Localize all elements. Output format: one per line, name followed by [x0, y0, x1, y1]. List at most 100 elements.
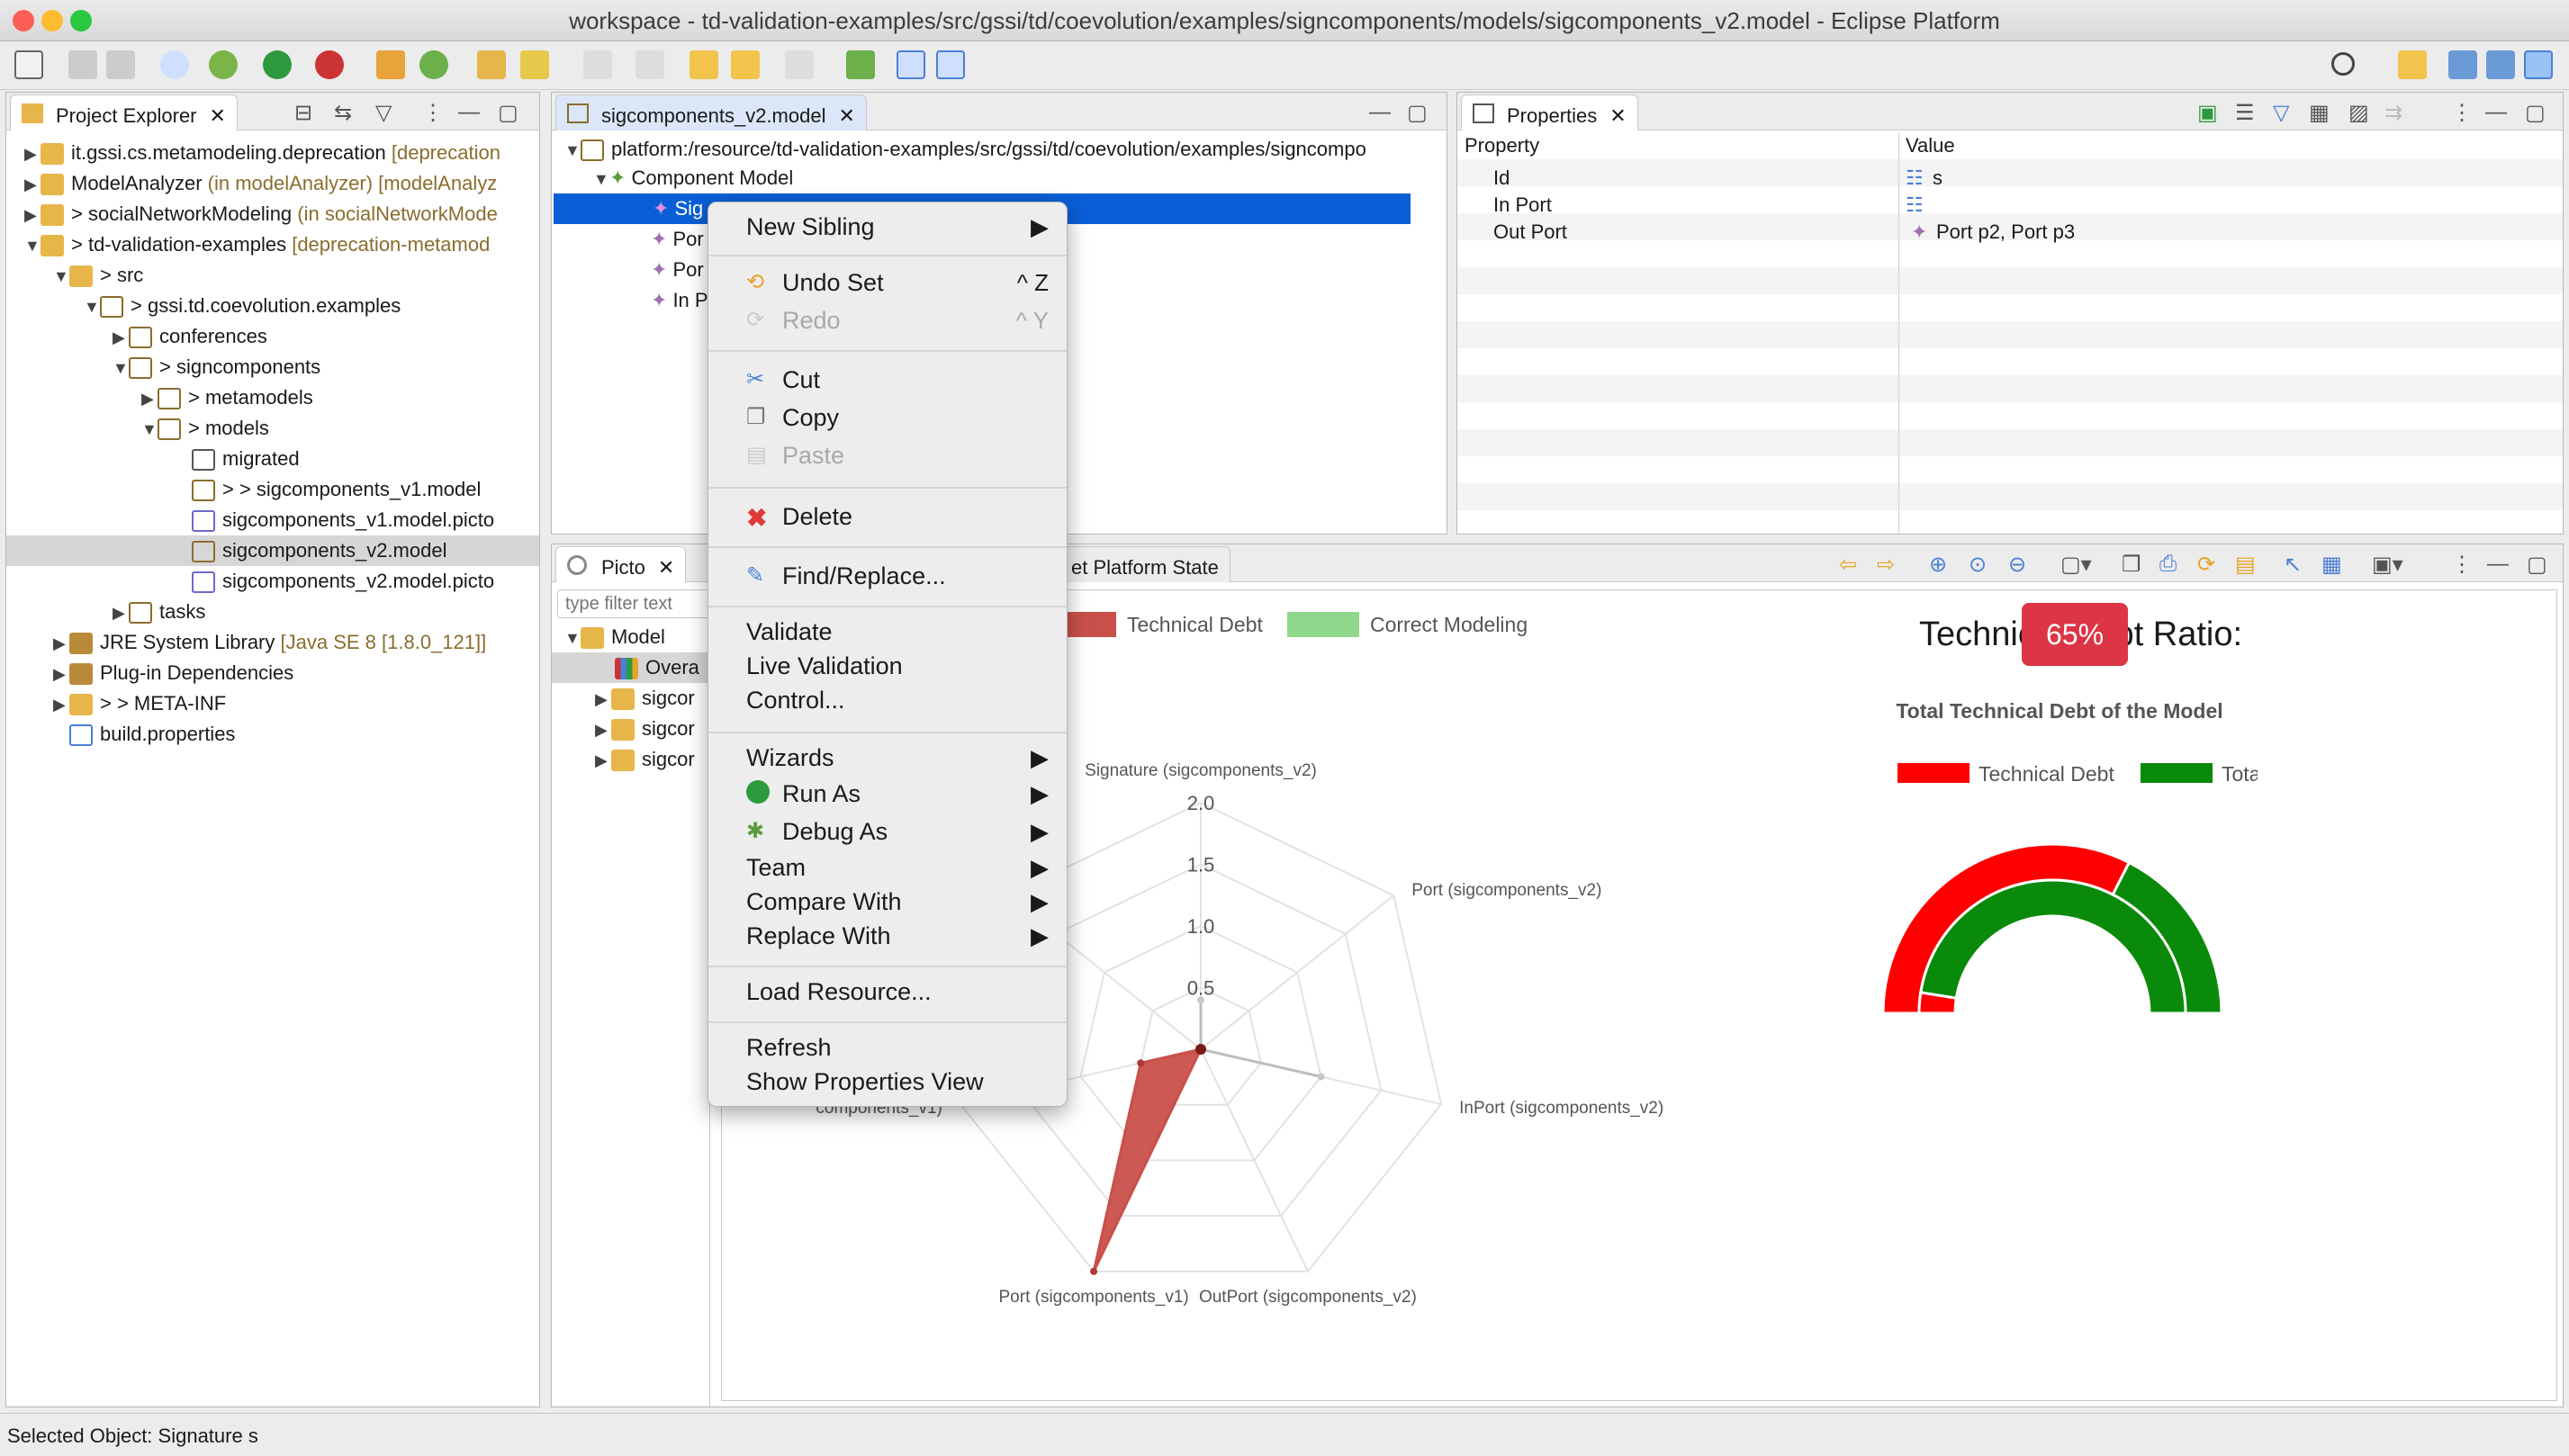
tree-item[interactable]: sigcomponents_v1.model.picto: [176, 505, 494, 535]
search-tool-icon[interactable]: [520, 50, 549, 79]
menu-item-wizards[interactable]: Wizards: [746, 744, 834, 772]
new-class-icon[interactable]: [419, 50, 448, 79]
back-icon[interactable]: [731, 50, 760, 79]
forward-icon[interactable]: ⇨: [1877, 552, 1895, 578]
forward-icon[interactable]: [785, 50, 814, 79]
resource-node[interactable]: ▼ platform:/resource/td-validation-exampl…: [564, 134, 1366, 165]
menu-item-debug-as[interactable]: Debug As: [782, 818, 888, 846]
menu-item-show-properties-view[interactable]: Show Properties View: [746, 1068, 984, 1096]
menu-item-copy[interactable]: Copy: [782, 404, 839, 432]
zoom-actual-icon[interactable]: ⊙: [1969, 552, 1987, 578]
tree-item[interactable]: ▼ > signcomponents: [113, 352, 320, 382]
picto-tree-item[interactable]: ▶ sigcor: [595, 714, 695, 744]
menu-item-team[interactable]: Team: [746, 854, 806, 882]
run-icon[interactable]: [263, 50, 292, 79]
link-icon[interactable]: ⇉: [2384, 100, 2402, 126]
save-icon[interactable]: [68, 50, 97, 79]
advanced-icon[interactable]: ▦: [2309, 100, 2330, 126]
close-tab-icon[interactable]: ✕: [658, 556, 674, 579]
tab-project-explorer[interactable]: Project Explorer ✕: [10, 94, 238, 130]
layers-icon[interactable]: ▢▾: [2060, 552, 2092, 578]
close-tab-icon[interactable]: ✕: [1609, 104, 1626, 127]
save-all-icon[interactable]: [106, 50, 135, 79]
next-annotation-icon[interactable]: [635, 50, 664, 79]
zoom-out-icon[interactable]: ⊖: [2008, 552, 2026, 578]
tree-item[interactable]: migrated: [176, 444, 300, 474]
maximize-view-icon[interactable]: ▢: [498, 100, 518, 126]
menu-item-cut[interactable]: Cut: [782, 366, 820, 394]
pin-icon[interactable]: ▣: [2197, 100, 2218, 126]
modeling-perspective-icon[interactable]: [2524, 50, 2553, 79]
print-icon[interactable]: ⎙: [2159, 552, 2177, 577]
tree-item[interactable]: ▶ ModelAnalyzer (in modelAnalyzer) [model…: [24, 168, 497, 199]
port-node[interactable]: ✦ Por: [651, 224, 704, 255]
tree-item[interactable]: ▶ tasks: [113, 597, 205, 627]
copy-icon[interactable]: ❐: [2122, 552, 2141, 578]
menu-item-replace-with[interactable]: Replace With: [746, 922, 891, 950]
menu-item-control[interactable]: Control...: [746, 687, 845, 715]
menu-item-run-as[interactable]: Run As: [782, 780, 861, 808]
port-node[interactable]: ✦ Por: [651, 255, 704, 285]
annotation-icon[interactable]: [583, 50, 612, 79]
tree-item[interactable]: ▶ > metamodels: [141, 382, 313, 413]
collapse-all-icon[interactable]: [936, 50, 965, 79]
menu-item-paste[interactable]: Paste: [782, 442, 844, 470]
tree-item[interactable]: ▼ > models: [141, 413, 269, 444]
minimize-view-icon[interactable]: —: [2487, 552, 2509, 577]
maximize-view-icon[interactable]: ▢: [2527, 552, 2547, 578]
menu-item-new-sibling[interactable]: New Sibling: [746, 213, 875, 241]
column-header-value[interactable]: Value: [1906, 132, 1955, 159]
picto-tree-item[interactable]: ▶ sigcor: [595, 744, 695, 775]
maximize-view-icon[interactable]: ▢: [1407, 100, 1428, 126]
menu-item-live-validation[interactable]: Live Validation: [746, 652, 903, 680]
search-icon[interactable]: [2331, 52, 2355, 76]
minimize-view-icon[interactable]: —: [1369, 100, 1391, 125]
menu-item-validate[interactable]: Validate: [746, 618, 833, 646]
tree-item[interactable]: sigcomponents_v2.model.picto: [176, 566, 494, 597]
last-edit-icon[interactable]: [690, 50, 718, 79]
tree-item[interactable]: > > sigcomponents_v1.model: [176, 474, 481, 505]
filter-icon[interactable]: ▽: [375, 100, 392, 126]
view-menu-icon[interactable]: ⋮: [2451, 100, 2473, 126]
picto-filter-input[interactable]: [557, 589, 710, 618]
zoom-in-icon[interactable]: ⊕: [1929, 552, 1947, 578]
java-perspective-icon[interactable]: [2448, 50, 2477, 79]
tree-item[interactable]: ▼ > src: [53, 260, 143, 291]
view-menu-icon[interactable]: ⋮: [2451, 552, 2473, 578]
property-row[interactable]: Out Port ✦ Port p2, Port p3: [1457, 219, 2563, 246]
link-editor-icon[interactable]: ⇆: [334, 100, 352, 126]
tab-platform-state[interactable]: et Platform State: [1056, 546, 1230, 582]
filter-icon[interactable]: ▽: [2273, 100, 2289, 126]
tab-properties[interactable]: Properties ✕: [1461, 94, 1638, 130]
picto-tree-item[interactable]: ▼ Model: [564, 622, 665, 652]
export-icon[interactable]: ▤: [2235, 552, 2256, 578]
select-icon[interactable]: ↖: [2284, 552, 2302, 578]
view-options-icon[interactable]: ▣▾: [2372, 552, 2403, 578]
menu-item-delete[interactable]: Delete: [782, 503, 852, 531]
property-row[interactable]: Id ☷ s: [1457, 165, 2563, 192]
sync-icon[interactable]: ⟳: [2197, 552, 2215, 578]
minimize-view-icon[interactable]: —: [2485, 100, 2507, 125]
tree-item[interactable]: build.properties: [53, 719, 235, 750]
tree-item[interactable]: ▶ > socialNetworkModeling (in socialNetwo…: [24, 199, 498, 229]
tab-model-editor[interactable]: sigcomponents_v2.model ✕: [555, 94, 867, 130]
view-menu-icon[interactable]: ⋮: [422, 100, 444, 126]
tree-item[interactable]: ▶ > > META-INF: [53, 688, 226, 719]
menu-item-undo-set[interactable]: Undo Set: [782, 269, 884, 297]
open-perspective-icon[interactable]: [2398, 50, 2427, 79]
collapse-all-icon[interactable]: ⊟: [294, 100, 312, 126]
picto-tree-item[interactable]: ▶ sigcor: [595, 683, 695, 714]
menu-item-refresh[interactable]: Refresh: [746, 1034, 832, 1062]
tree-item-selected[interactable]: sigcomponents_v2.model: [6, 535, 539, 566]
menu-item-redo[interactable]: Redo: [782, 307, 841, 335]
property-row[interactable]: In Port ☷: [1457, 192, 2563, 219]
layout-icon[interactable]: ▦: [2321, 552, 2342, 578]
debug-icon[interactable]: [209, 50, 238, 79]
back-icon[interactable]: ⇦: [1839, 552, 1857, 578]
tree-item[interactable]: ▶ it.gssi.cs.metamodeling.deprecation [de…: [24, 138, 500, 168]
external-tools-icon[interactable]: [315, 50, 344, 79]
debug-perspective-icon[interactable]: [2486, 50, 2515, 79]
restore-default-icon[interactable]: ▨: [2348, 100, 2369, 126]
pin-editor-icon[interactable]: [846, 50, 875, 79]
menu-item-load-resource[interactable]: Load Resource...: [746, 978, 932, 1006]
